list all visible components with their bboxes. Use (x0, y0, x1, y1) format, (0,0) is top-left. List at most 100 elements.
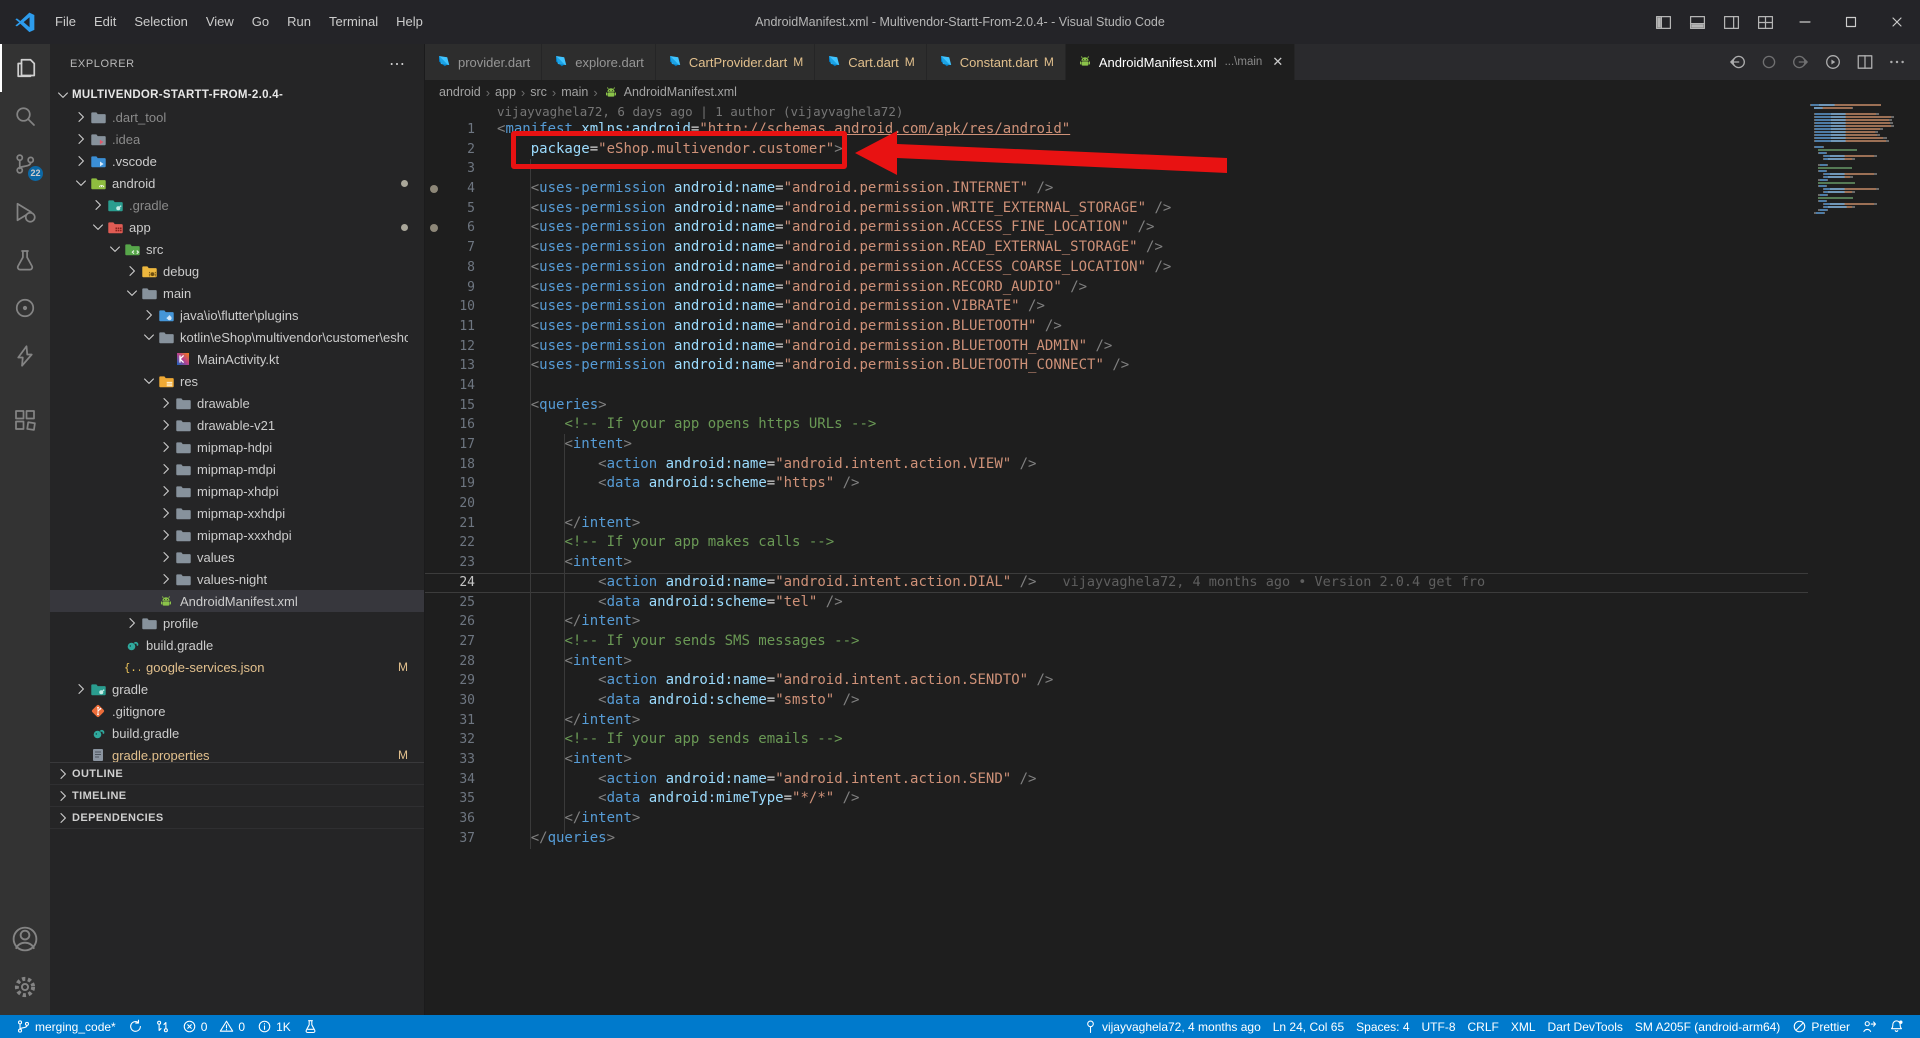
tab-constant.dart[interactable]: Constant.dartM (927, 44, 1066, 80)
tree-item-build.gradle[interactable]: build.gradle (50, 722, 424, 744)
tree-item-gradle.properties[interactable]: gradle.propertiesM (50, 744, 424, 762)
menu-go[interactable]: Go (243, 0, 278, 44)
tree-item-android[interactable]: android (50, 172, 424, 194)
minimap[interactable] (1810, 104, 1906, 1015)
code-line[interactable]: 16 <!-- If your app opens https URLs --> (425, 415, 1808, 435)
nav-forward-icon[interactable] (1792, 53, 1810, 71)
activitybar-run-and-debug[interactable] (0, 188, 50, 236)
activitybar-explorer[interactable] (0, 44, 50, 92)
menu-run[interactable]: Run (278, 0, 320, 44)
tree-item-.vscode[interactable]: .vscode (50, 150, 424, 172)
section-timeline[interactable]: TIMELINE (50, 785, 424, 807)
toggle-secondary-sidebar-icon[interactable] (1714, 0, 1748, 44)
tree-item-main[interactable]: main (50, 282, 424, 304)
code-editor[interactable]: vijayvaghela72, 6 days ago | 1 author (v… (425, 104, 1808, 1015)
code-line[interactable]: 10 <uses-permission android:name="androi… (425, 297, 1808, 317)
tree-item-build.gradle[interactable]: build.gradle (50, 634, 424, 656)
breadcrumb-item-app[interactable]: app (495, 85, 516, 99)
code-line[interactable]: 30 <data android:scheme="smsto" /> (425, 691, 1808, 711)
tree-item-androidmanifest.xml[interactable]: AndroidManifest.xml (50, 590, 424, 612)
status-language-mode[interactable]: XML (1505, 1015, 1542, 1038)
tree-item-drawable-v21[interactable]: drawable-v21 (50, 414, 424, 436)
tree-item-.dart-tool[interactable]: .dart_tool (50, 106, 424, 128)
tree-item-kotlin-eshop-multivendor-customer-eshop-...[interactable]: kotlin\eShop\multivendor\customer\eshop_… (50, 326, 424, 348)
status-prettier[interactable]: Prettier (1786, 1015, 1856, 1038)
tree-item-mipmap-xhdpi[interactable]: mipmap-xhdpi (50, 480, 424, 502)
nav-back-icon[interactable] (1728, 53, 1746, 71)
tree-item-mipmap-xxxhdpi[interactable]: mipmap-xxxhdpi (50, 524, 424, 546)
more-actions-icon[interactable] (1888, 53, 1906, 71)
tree-item-profile[interactable]: profile (50, 612, 424, 634)
code-line[interactable]: 34 <action android:name="android.intent.… (425, 770, 1808, 790)
code-line[interactable]: 21 </intent> (425, 514, 1808, 534)
status-blame[interactable]: vijayvaghela72, 4 months ago (1077, 1015, 1267, 1038)
status-eol[interactable]: CRLF (1462, 1015, 1505, 1038)
customize-layout-icon[interactable] (1748, 0, 1782, 44)
menu-help[interactable]: Help (387, 0, 432, 44)
code-line[interactable]: 4 <uses-permission android:name="android… (425, 179, 1808, 199)
status-feedback[interactable] (1856, 1015, 1883, 1038)
code-line[interactable]: 5 <uses-permission android:name="android… (425, 199, 1808, 219)
code-line[interactable]: 18 <action android:name="android.intent.… (425, 455, 1808, 475)
tree-item-gradle[interactable]: gradle (50, 678, 424, 700)
activitybar-testing[interactable] (0, 236, 50, 284)
code-line[interactable]: 13 <uses-permission android:name="androi… (425, 356, 1808, 376)
close-icon[interactable]: ✕ (1272, 54, 1283, 70)
code-line[interactable]: 17 <intent> (425, 435, 1808, 455)
status-sync[interactable] (122, 1015, 149, 1038)
activitybar-extensions[interactable] (0, 396, 50, 444)
status-indentation[interactable]: Spaces: 4 (1350, 1015, 1415, 1038)
menu-file[interactable]: File (46, 0, 85, 44)
status-infos[interactable]: 1K (251, 1015, 297, 1038)
code-line[interactable]: 12 <uses-permission android:name="androi… (425, 337, 1808, 357)
project-root-row[interactable]: MULTIVENDOR-STARTT-FROM-2.0.4- (50, 84, 424, 106)
code-line[interactable]: 19 <data android:scheme="https" /> (425, 474, 1808, 494)
code-line[interactable]: 22 <!-- If your app makes calls --> (425, 533, 1808, 553)
menu-view[interactable]: View (197, 0, 243, 44)
status-flask[interactable] (297, 1015, 324, 1038)
tree-item-debug[interactable]: debug (50, 260, 424, 282)
tab-cart.dart[interactable]: Cart.dartM (815, 44, 927, 80)
status-dart-devtools[interactable]: Dart DevTools (1542, 1015, 1629, 1038)
activitybar-thunder-client[interactable] (0, 332, 50, 380)
status-cursor-position[interactable]: Ln 24, Col 65 (1267, 1015, 1350, 1038)
breadcrumb-item-src[interactable]: src (530, 85, 547, 99)
tab-explore.dart[interactable]: explore.dart (542, 44, 656, 80)
minimize-button[interactable] (1782, 0, 1828, 44)
code-line[interactable]: 20 (425, 494, 1808, 514)
close-button[interactable] (1874, 0, 1920, 44)
status-encoding[interactable]: UTF-8 (1416, 1015, 1462, 1038)
status-warnings[interactable]: 0 (213, 1015, 251, 1038)
tree-item-google-services.json[interactable]: {..}google-services.jsonM (50, 656, 424, 678)
code-line[interactable]: 23 <intent> (425, 553, 1808, 573)
activitybar-settings[interactable] (0, 963, 50, 1011)
code-line[interactable]: 33 <intent> (425, 750, 1808, 770)
code-line[interactable]: 37 </queries> (425, 829, 1808, 849)
tree-item-java-io-flutter-plugins[interactable]: java\io\flutter\plugins (50, 304, 424, 326)
tree-item-mipmap-hdpi[interactable]: mipmap-hdpi (50, 436, 424, 458)
activitybar-tool-circle[interactable] (0, 284, 50, 332)
tree-item-.gitignore[interactable]: .gitignore (50, 700, 424, 722)
tree-item-src[interactable]: src (50, 238, 424, 260)
run-file-icon[interactable] (1824, 53, 1842, 71)
tree-item-.gradle[interactable]: .gradle (50, 194, 424, 216)
code-line[interactable]: 6 <uses-permission android:name="android… (425, 218, 1808, 238)
maximize-button[interactable] (1828, 0, 1874, 44)
toggle-panel-icon[interactable] (1680, 0, 1714, 44)
activitybar-search[interactable] (0, 92, 50, 140)
code-line[interactable]: 25 <data android:scheme="tel" /> (425, 593, 1808, 613)
breadcrumb[interactable]: android›app›src›main›AndroidManifest.xml (425, 80, 1920, 104)
code-line[interactable]: 31 </intent> (425, 711, 1808, 731)
section-dependencies[interactable]: DEPENDENCIES (50, 807, 424, 829)
menu-selection[interactable]: Selection (125, 0, 196, 44)
breadcrumb-item-main[interactable]: main (561, 85, 588, 99)
tree-item-values-night[interactable]: values-night (50, 568, 424, 590)
status-git-branch[interactable]: merging_code* (10, 1015, 122, 1038)
split-editor-icon[interactable] (1856, 53, 1874, 71)
status-device[interactable]: SM A205F (android-arm64) (1629, 1015, 1786, 1038)
code-line[interactable]: 29 <action android:name="android.intent.… (425, 671, 1808, 691)
toggle-sidebar-icon[interactable] (1646, 0, 1680, 44)
views-more-icon[interactable]: ⋯ (389, 54, 406, 74)
tree-item-res[interactable]: res (50, 370, 424, 392)
breadcrumb-file[interactable]: AndroidManifest.xml (624, 85, 737, 99)
